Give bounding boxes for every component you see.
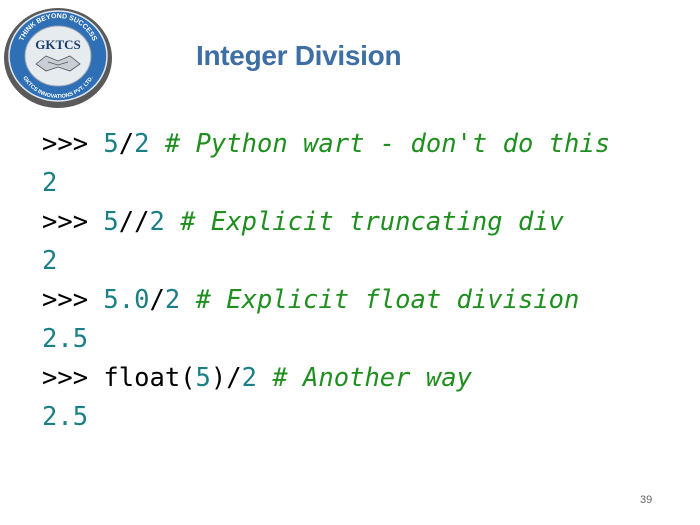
operator: / <box>118 129 135 159</box>
code-line-1: >>> 5/2 # Python wart - don't do this <box>42 125 610 164</box>
code-block: >>> 5/2 # Python wart - don't do this 2 … <box>42 125 610 437</box>
number: 5 <box>195 363 211 393</box>
output-line-3: 2.5 <box>42 324 89 354</box>
code-line-3: >>> 5.0/2 # Explicit float division <box>42 281 610 320</box>
prompt: >>> <box>42 207 89 237</box>
output-line-1: 2 <box>42 168 58 198</box>
operator: )/ <box>210 363 242 393</box>
operator: / <box>149 285 165 315</box>
code-comment: # Another way <box>272 363 472 393</box>
slide-title: Integer Division <box>196 40 402 71</box>
logo-name: GKTCS <box>35 37 81 52</box>
code-line-4: >>> float(5)/2 # Another way <box>42 359 610 398</box>
company-logo: THINK BEYOND SUCCESS GKTCS INNOVATIONS P… <box>4 8 112 108</box>
code-line-2: >>> 5//2 # Explicit truncating div <box>42 203 610 242</box>
number: 5.0 <box>103 285 150 315</box>
number: 5 <box>103 129 119 159</box>
number: 5 <box>103 207 119 237</box>
code-comment: # Explicit truncating div <box>180 207 565 237</box>
number: 2 <box>241 363 257 393</box>
operator: // <box>118 207 150 237</box>
prompt: >>> <box>42 285 89 315</box>
output-line-4: 2.5 <box>42 402 89 432</box>
number: 2 <box>149 207 165 237</box>
page-number: 39 <box>640 494 653 506</box>
code-comment: # Python wart - don't do this <box>164 129 611 159</box>
function-name: float( <box>103 363 196 393</box>
code-comment: # Explicit float division <box>195 285 580 315</box>
output-line-2: 2 <box>42 246 58 276</box>
number: 2 <box>134 129 150 159</box>
prompt: >>> <box>42 363 89 393</box>
prompt: >>> <box>42 129 89 159</box>
number: 2 <box>164 285 181 315</box>
